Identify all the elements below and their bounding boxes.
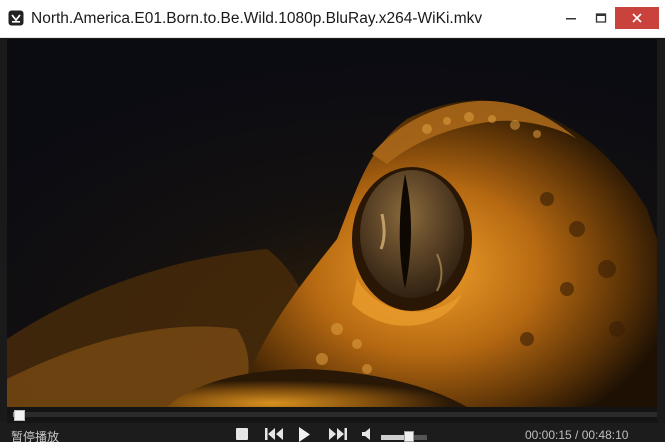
stop-button[interactable] xyxy=(234,427,250,442)
playback-status: 暂停播放 xyxy=(11,430,60,442)
play-button[interactable] xyxy=(295,427,313,442)
seek-track[interactable] xyxy=(13,412,657,417)
skip-previous-icon xyxy=(265,428,283,440)
media-player-icon[interactable] xyxy=(8,10,24,26)
maximize-button[interactable] xyxy=(586,0,616,36)
next-button[interactable] xyxy=(327,427,349,442)
time-display: 00:00:15 / 00:48:10 xyxy=(525,428,629,442)
volume-handle[interactable] xyxy=(404,431,414,442)
play-icon xyxy=(299,427,310,442)
close-icon xyxy=(632,13,642,23)
volume-icon xyxy=(362,428,370,440)
skip-next-icon xyxy=(329,428,347,440)
volume-slider[interactable] xyxy=(381,431,427,442)
previous-button[interactable] xyxy=(263,427,285,442)
stop-icon xyxy=(236,428,248,440)
minimize-icon xyxy=(566,18,576,20)
close-button[interactable] xyxy=(615,7,659,29)
seek-handle[interactable] xyxy=(14,410,25,421)
video-frame-image xyxy=(7,39,657,407)
window-title: North.America.E01.Born.to.Be.Wild.1080p.… xyxy=(31,10,483,27)
maximize-icon xyxy=(595,13,607,23)
title-bar: North.America.E01.Born.to.Be.Wild.1080p.… xyxy=(0,0,665,38)
seek-bar[interactable] xyxy=(7,407,657,423)
volume-button[interactable] xyxy=(360,427,374,442)
minimize-button[interactable] xyxy=(556,0,586,36)
control-bar: 暂停播放 00:00:15 / 00:48:10 xyxy=(0,423,665,442)
video-canvas[interactable] xyxy=(7,39,657,407)
